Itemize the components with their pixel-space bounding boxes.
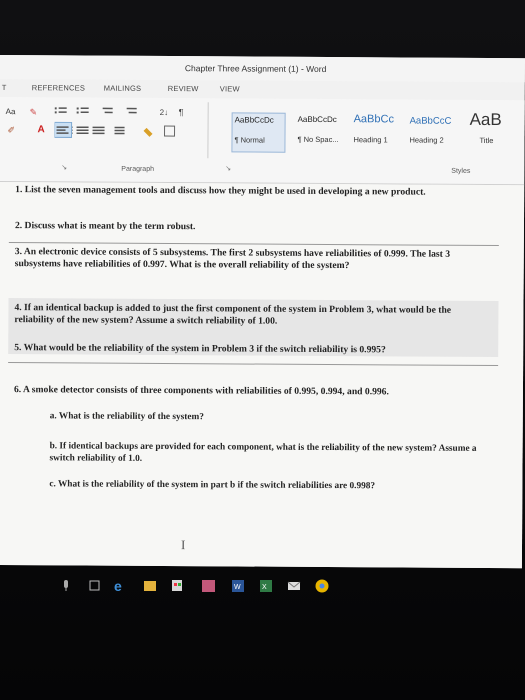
- word-icon: W: [232, 580, 244, 592]
- change-case-button[interactable]: Aa: [6, 107, 16, 116]
- clear-format-icon[interactable]: ✎: [30, 107, 40, 117]
- tab-review[interactable]: REVIEW: [168, 84, 199, 93]
- group-styles-label: Styles: [451, 167, 471, 175]
- style-heading-2[interactable]: AaBbCcC Heading 2: [407, 113, 459, 151]
- title-bar: Chapter Three Assignment (1) - Word: [0, 55, 525, 83]
- svg-text:2↓: 2↓: [160, 108, 169, 117]
- mic-icon: [64, 580, 68, 591]
- photos-icon: [202, 580, 215, 592]
- svg-text:X: X: [262, 584, 267, 591]
- text-cursor-icon: I: [180, 537, 186, 553]
- window-title: Chapter Three Assignment (1) - Word: [184, 63, 327, 74]
- divider: [8, 362, 499, 367]
- svg-text:e: e: [114, 578, 122, 594]
- style-name: ¶ No Spac...: [297, 134, 339, 145]
- taskbar-icons: e W X: [64, 578, 329, 594]
- screen: Chapter Three Assignment (1) - Word T RE…: [0, 0, 525, 700]
- tab-view[interactable]: VIEW: [220, 84, 240, 93]
- paragraph-tools: 2↓ ¶: [54, 107, 184, 138]
- dialog-launcher-icon[interactable]: ↘: [225, 164, 231, 172]
- question-4: 4. If an identical backup is added to ju…: [14, 302, 452, 327]
- file-explorer-icon: [144, 581, 156, 591]
- dialog-launcher-icon[interactable]: ↘: [61, 163, 67, 171]
- style-name: Title: [479, 135, 494, 146]
- store-icon: [172, 580, 182, 591]
- style-sample: AaBbCc: [353, 113, 395, 126]
- question-6c: c. What is the reliability of the system…: [49, 479, 376, 492]
- edge-icon: e: [114, 578, 122, 594]
- style-name: Heading 2: [409, 135, 444, 145]
- mail-icon: [287, 581, 301, 590]
- style-name: Heading 1: [353, 135, 388, 145]
- tab-references[interactable]: REFERENCES: [32, 83, 85, 92]
- style-sample: AaBbCcDc: [234, 115, 274, 125]
- style-sample: AaBbCcDc: [297, 114, 337, 125]
- word-window: Chapter Three Assignment (1) - Word T RE…: [0, 55, 525, 569]
- font-color-icon[interactable]: A: [38, 124, 48, 135]
- question-6a: a. What is the reliability of the system…: [49, 411, 204, 423]
- taskbar: e W X: [0, 566, 525, 606]
- group-paragraph-label: Paragraph: [121, 165, 155, 173]
- question-1: 1. List the seven management tools and d…: [15, 184, 426, 198]
- question-2: 2. Discuss what is meant by the term rob…: [14, 220, 196, 233]
- divider: [8, 242, 499, 247]
- style-sample: AaB: [469, 109, 502, 130]
- style-title[interactable]: AaB Title: [467, 110, 519, 152]
- tab-t[interactable]: T: [2, 83, 7, 92]
- style-normal[interactable]: AaBbCcDc ¶ Normal: [231, 112, 286, 153]
- document-page[interactable]: 1. List the seven management tools and d…: [0, 181, 525, 569]
- tab-mailings[interactable]: MAILINGS: [104, 84, 142, 93]
- style-name: ¶ Normal: [234, 135, 265, 145]
- svg-text:W: W: [234, 584, 241, 591]
- style-heading-1[interactable]: AaBbCc Heading 1: [351, 113, 403, 151]
- ribbon: Aa ✎ ✐ A 2↓ ¶ AaBbCcDc ¶ Normal AaBbCcDc…: [0, 96, 525, 186]
- question-6b: b. If identical backups are provided for…: [49, 441, 477, 464]
- question-6: 6. A smoke detector consists of three co…: [13, 384, 389, 398]
- task-view-icon: [89, 580, 100, 591]
- style-no-spacing[interactable]: AaBbCcDc ¶ No Spac...: [295, 113, 347, 151]
- chrome-icon: [315, 579, 329, 593]
- style-sample: AaBbCcC: [409, 115, 452, 127]
- svg-text:¶: ¶: [179, 107, 184, 117]
- question-5: 5. What would be the reliability of the …: [14, 342, 386, 356]
- excel-icon: X: [260, 580, 272, 592]
- highlight-icon[interactable]: ✐: [8, 125, 18, 135]
- question-3: 3. An electronic device consists of 5 su…: [14, 246, 451, 272]
